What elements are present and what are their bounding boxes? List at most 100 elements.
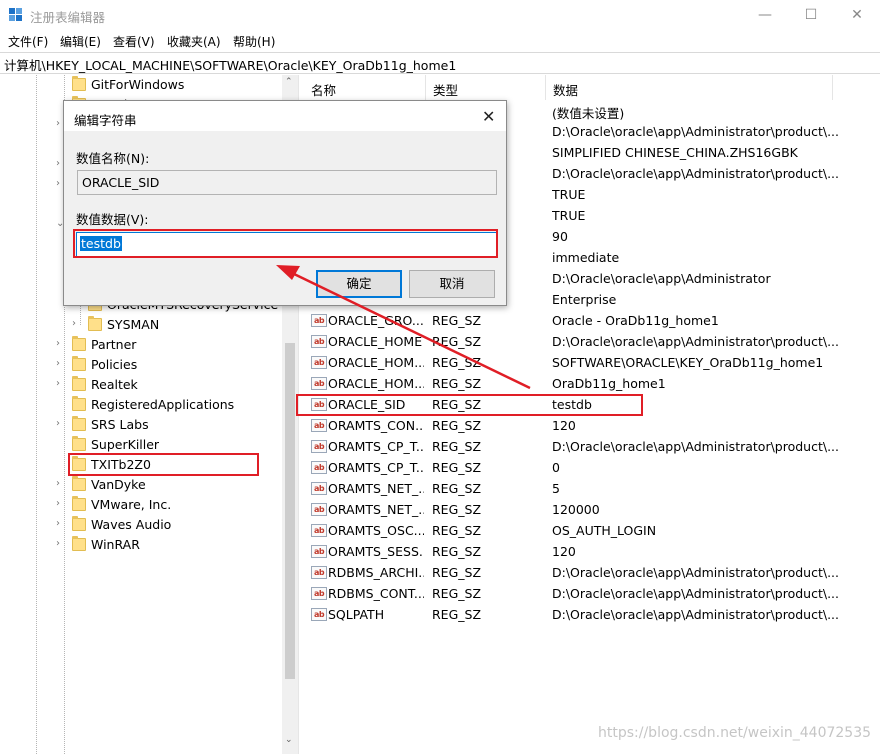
edit-string-dialog: 编辑字符串 ✕ 数值名称(N): ORACLE_SID 数值数据(V): tes… [63,100,507,306]
value-name: ORACLE_HOME [328,334,423,349]
value-row[interactable]: ab ORAMTS_OSC... REG_SZ OS_AUTH_LOGIN [304,520,880,541]
dialog-close-icon[interactable]: ✕ [482,107,495,126]
expand-icon[interactable]: › [56,338,65,352]
expand-icon[interactable] [56,438,65,452]
tree-item-label: VMware, Inc. [91,497,172,512]
folder-icon [72,516,86,531]
column-header-data[interactable]: 数据 [546,75,833,100]
expand-icon[interactable]: › [56,378,65,392]
scroll-up-icon[interactable]: ⌃ [285,77,293,87]
expand-icon[interactable]: › [56,358,65,372]
value-data: OraDb11g_home1 [552,376,666,391]
value-row[interactable]: ab ORAMTS_CP_T... REG_SZ D:\Oracle\oracle\a… [304,436,880,457]
scroll-down-icon[interactable]: ⌄ [285,735,293,745]
value-data: 5 [552,481,560,496]
expand-icon[interactable]: › [56,418,65,432]
value-row[interactable]: ab ORACLE_HOME REG_SZ D:\Oracle\oracle\app\… [304,331,880,352]
watermark: https://blog.csdn.net/weixin_44072535 [598,725,872,741]
value-row[interactable]: ab ORAMTS_CON... REG_SZ 120 [304,415,880,436]
value-name: ORAMTS_CON... [328,418,424,433]
tree-item[interactable]: › SYSMAN [0,315,282,335]
value-row[interactable]: ab ORAMTS_NET_... REG_SZ 5 [304,478,880,499]
tree-item[interactable]: › SRS Labs [0,415,282,435]
tree-item[interactable]: › Policies [0,355,282,375]
tree-item[interactable]: › VMware, Inc. [0,495,282,515]
value-data: D:\Oracle\oracle\app\Administrator\produ… [552,565,839,580]
value-data: 90 [552,229,568,244]
value-name: ORAMTS_CP_T... [328,439,424,454]
tree-item[interactable]: SuperKiller [0,435,282,455]
value-type: REG_SZ [432,544,482,559]
expand-icon[interactable]: › [56,538,65,552]
value-type: REG_SZ [432,418,482,433]
maximize-button[interactable]: ☐ [788,0,834,30]
close-button[interactable]: ✕ [834,0,880,30]
value-name: RDBMS_ARCHI... [328,565,424,580]
value-row[interactable]: ab RDBMS_CONT... REG_SZ D:\Oracle\oracle\ap… [304,583,880,604]
value-type: REG_SZ [432,607,482,622]
column-header-name[interactable]: 名称 [304,75,426,100]
value-type: REG_SZ [432,376,482,391]
expand-icon[interactable]: › [56,478,65,492]
value-data: 120 [552,544,576,559]
value-data: D:\Oracle\oracle\app\Administrator\produ… [552,124,839,139]
tree-item-label: SYSMAN [107,317,160,332]
value-row[interactable]: ab ORAMTS_NET_... REG_SZ 120000 [304,499,880,520]
value-data: OS_AUTH_LOGIN [552,523,657,538]
value-row[interactable]: ab SQLPATH REG_SZ D:\Oracle\oracle\app\Admi… [304,604,880,625]
string-value-icon: ab [311,482,327,495]
expand-icon[interactable]: › [56,518,65,532]
value-row[interactable]: ab ORACLE_HOM... REG_SZ SOFTWARE\ORACLE\KEY… [304,352,880,373]
expand-icon[interactable] [56,398,65,412]
tree-item[interactable]: GitForWindows [0,75,282,95]
minimize-button[interactable]: — [742,0,788,30]
value-type: REG_SZ [432,334,482,349]
menu-favorites[interactable]: 收藏夹(A) [167,33,221,50]
folder-icon [72,336,86,351]
ok-button[interactable]: 确定 [316,270,402,298]
tree-item[interactable]: › Partner [0,335,282,355]
tree-item-label: Policies [91,357,138,372]
menu-file[interactable]: 文件(F) [8,33,48,50]
expand-icon[interactable] [56,458,65,472]
address-path[interactable]: 计算机\HKEY_LOCAL_MACHINE\SOFTWARE\Oracle\K… [4,55,456,74]
folder-icon [72,496,86,511]
menu-edit[interactable]: 编辑(E) [60,33,101,50]
tree-item[interactable]: RegisteredApplications [0,395,282,415]
expand-icon[interactable]: › [56,498,65,512]
expand-icon[interactable]: › [72,318,81,332]
expand-icon[interactable] [56,78,65,92]
value-name: ORAMTS_NET_... [328,502,424,517]
value-type: REG_SZ [432,313,482,328]
tree-item[interactable]: › Realtek [0,375,282,395]
value-row[interactable]: ab ORACLE_GRO... REG_SZ Oracle - OraDb11g_h… [304,310,880,331]
scrollbar-thumb[interactable] [285,343,295,679]
value-data-label: 数值数据(V): [76,212,149,227]
cancel-button[interactable]: 取消 [409,270,495,298]
tree-item-label: WinRAR [91,537,140,552]
value-name: ORACLE_GRO... [328,313,424,328]
menu-help[interactable]: 帮助(H) [233,33,275,50]
folder-icon [88,316,102,331]
value-row[interactable]: ab ORAMTS_SESS... REG_SZ 120 [304,541,880,562]
value-row[interactable]: ab RDBMS_ARCHI... REG_SZ D:\Oracle\oracle\a… [304,562,880,583]
tree-item[interactable]: › WinRAR [0,535,282,555]
column-header-type[interactable]: 类型 [426,75,546,100]
value-type: REG_SZ [432,439,482,454]
value-data: immediate [552,250,620,265]
menu-view[interactable]: 查看(V) [113,33,155,50]
string-value-icon: ab [311,587,327,600]
value-row[interactable]: ab ORACLE_HOM... REG_SZ OraDb11g_home1 [304,373,880,394]
value-name: ORACLE_HOM... [328,355,424,370]
value-data: D:\Oracle\oracle\app\Administrator\produ… [552,334,839,349]
tree-item[interactable]: › VanDyke [0,475,282,495]
value-data: 0 [552,460,560,475]
value-type: REG_SZ [432,460,482,475]
value-type: REG_SZ [432,481,482,496]
tree-item[interactable]: › Waves Audio [0,515,282,535]
address-bar[interactable]: 计算机\HKEY_LOCAL_MACHINE\SOFTWARE\Oracle\K… [0,52,880,74]
value-type: REG_SZ [432,523,482,538]
value-row[interactable]: ab ORAMTS_CP_T... REG_SZ 0 [304,457,880,478]
string-value-icon: ab [311,419,327,432]
folder-icon [72,416,86,431]
